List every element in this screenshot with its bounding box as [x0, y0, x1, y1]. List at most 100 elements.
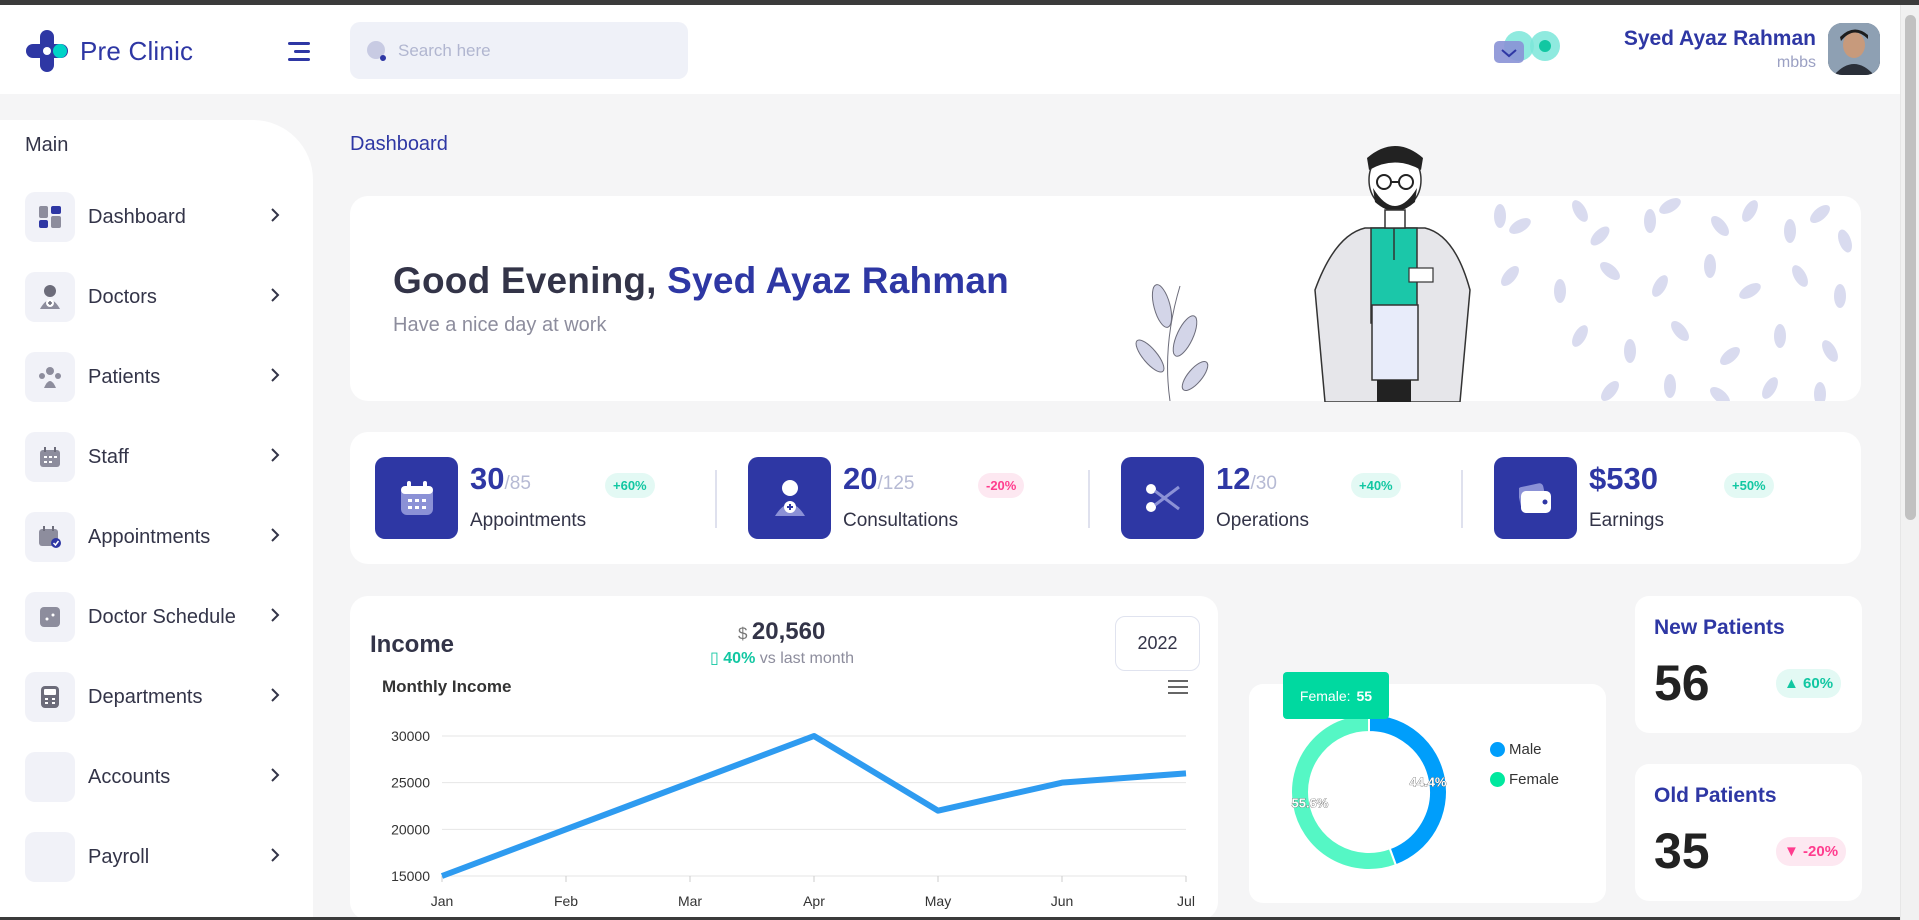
sidebar-item-doctor-schedule[interactable]: Doctor Schedule: [0, 577, 313, 657]
calendar-icon: [375, 457, 458, 539]
stat-badge: +40%: [1351, 473, 1401, 498]
x-tick-label: Apr: [803, 893, 825, 909]
new-patients-badge: ▲ 60%: [1776, 669, 1842, 698]
accounts-icon: [25, 752, 75, 802]
arrow-up-icon: ▲: [1784, 675, 1799, 692]
stat-badge: +50%: [1724, 473, 1774, 498]
divider: [715, 470, 717, 528]
stat-badge: -20%: [978, 473, 1025, 498]
legend-item-female[interactable]: Female: [1490, 771, 1559, 788]
new-patients-title: New Patients: [1654, 616, 1785, 639]
sidebar-item-label: Payroll: [88, 845, 150, 868]
user-name: Syed Ayaz Rahman: [1623, 26, 1816, 50]
chevron-right-icon: [271, 608, 280, 622]
sidebar: Main Dashboard Doctors Patients Staff Ap…: [0, 120, 313, 920]
search-icon: [367, 40, 386, 61]
greeting-subtitle: Have a nice day at work: [393, 314, 607, 336]
app-name: Pre Clinic: [80, 35, 194, 66]
scissors-icon: [1121, 457, 1204, 539]
sidebar-item-label: Doctor Schedule: [88, 605, 236, 628]
sidebar-item-staff[interactable]: Staff: [0, 417, 313, 497]
income-line-chart: 15000 20000 25000 30000 Jan Feb Mar Apr May Jun Ju…: [391, 728, 1195, 909]
notification-icon[interactable]: [1494, 27, 1564, 67]
stat-value: $530: [1589, 461, 1658, 496]
old-patients-card[interactable]: Old Patients 35 ▼ -20%: [1635, 764, 1862, 901]
tooltip-label: Female:: [1299, 687, 1351, 704]
y-tick-label: 30000: [391, 728, 430, 744]
page-scrollbar[interactable]: [1900, 5, 1919, 920]
sidebar-item-label: Accounts: [88, 765, 171, 788]
x-tick-label: Mar: [678, 893, 702, 909]
payroll-icon: [25, 832, 75, 882]
stat-total: /125: [877, 473, 915, 494]
chevron-right-icon: [271, 288, 280, 302]
stat-badge: +60%: [605, 473, 655, 498]
tooltip-value: 55: [1356, 687, 1373, 704]
new-patients-card[interactable]: New Patients 56 ▲ 60%: [1635, 596, 1862, 733]
old-patients-value: 35: [1654, 823, 1710, 879]
chart-tooltip: Female: 55: [1283, 672, 1389, 719]
greeting-heading: Good Evening, Syed Ayaz Rahman: [393, 260, 1009, 302]
stat-label: Appointments: [470, 510, 587, 531]
income-series-line: [440, 733, 1187, 879]
department-icon: [25, 672, 75, 722]
sidebar-item-doctors[interactable]: Doctors: [0, 257, 313, 337]
old-patients-title: Old Patients: [1654, 784, 1777, 807]
user-profile[interactable]: Syed Ayaz Rahman mbbs: [1624, 23, 1880, 75]
search-box[interactable]: [350, 22, 688, 79]
y-tick-label: 15000: [391, 868, 430, 884]
sidebar-item-payroll[interactable]: Payroll: [0, 817, 313, 897]
app-logo[interactable]: Pre Clinic: [26, 30, 193, 72]
x-tick-label: Jul: [1177, 893, 1195, 909]
stat-label: Consultations: [843, 510, 959, 531]
scrollbar-thumb[interactable]: [1905, 15, 1916, 520]
y-tick-label: 20000: [391, 821, 430, 837]
stat-label: Earnings: [1589, 510, 1664, 531]
sidebar-item-patients[interactable]: Patients: [0, 337, 313, 417]
doctor-icon: [25, 272, 75, 322]
calendar-icon: [25, 432, 75, 482]
donut-slice-female: [1290, 712, 1398, 871]
calendar-check-icon: [25, 512, 75, 562]
x-tick-label: Jun: [1051, 893, 1074, 909]
divider: [1088, 470, 1090, 528]
chevron-right-icon: [271, 528, 280, 542]
patients-icon: [25, 352, 75, 402]
stat-total: /85: [504, 473, 531, 494]
sidebar-item-label: Staff: [88, 445, 129, 468]
doctor-illustration: [1314, 146, 1471, 402]
search-input[interactable]: [398, 40, 648, 61]
y-tick-label: 25000: [391, 775, 430, 791]
stat-value: 30: [470, 461, 505, 496]
chevron-right-icon: [271, 768, 280, 782]
stats-panel: 30/85 Appointments +60% 20/125 Consultat…: [350, 432, 1861, 564]
breadcrumb[interactable]: Dashboard: [350, 133, 448, 156]
legend-dot: [1490, 772, 1505, 787]
stat-total: /30: [1250, 473, 1277, 494]
chevron-right-icon: [271, 368, 280, 382]
divider: [1461, 470, 1463, 528]
welcome-banner: Good Evening, Syed Ayaz Rahman Have a ni…: [350, 196, 1861, 401]
sidebar-section-title: Main: [25, 134, 69, 156]
doctor-add-icon: [748, 457, 831, 539]
slice-data-label: 55.6%: [1291, 796, 1328, 811]
legend-label: Male: [1509, 741, 1542, 758]
arrow-down-icon: ▼: [1784, 843, 1799, 860]
legend-item-male[interactable]: Male: [1490, 741, 1542, 758]
stat-value: 12: [1216, 461, 1251, 496]
sidebar-item-accounts[interactable]: Accounts: [0, 737, 313, 817]
sidebar-item-departments[interactable]: Departments: [0, 657, 313, 737]
user-role: mbbs: [1776, 53, 1816, 71]
sidebar-item-label: Patients: [88, 365, 161, 388]
top-header: Pre Clinic Syed Ayaz Rahman mbbs: [0, 5, 1900, 94]
slice-data-label: 44.4%: [1410, 774, 1447, 789]
logo-icon: [26, 30, 68, 72]
sidebar-item-label: Departments: [88, 685, 203, 708]
menu-toggle-icon[interactable]: [288, 42, 310, 62]
donut-slice-male: [1368, 712, 1448, 867]
sidebar-item-dashboard[interactable]: Dashboard: [0, 177, 313, 257]
x-tick-label: Feb: [554, 893, 578, 909]
avatar[interactable]: [1828, 23, 1880, 75]
sidebar-item-appointments[interactable]: Appointments: [0, 497, 313, 577]
old-patients-badge: ▼ -20%: [1776, 837, 1847, 866]
